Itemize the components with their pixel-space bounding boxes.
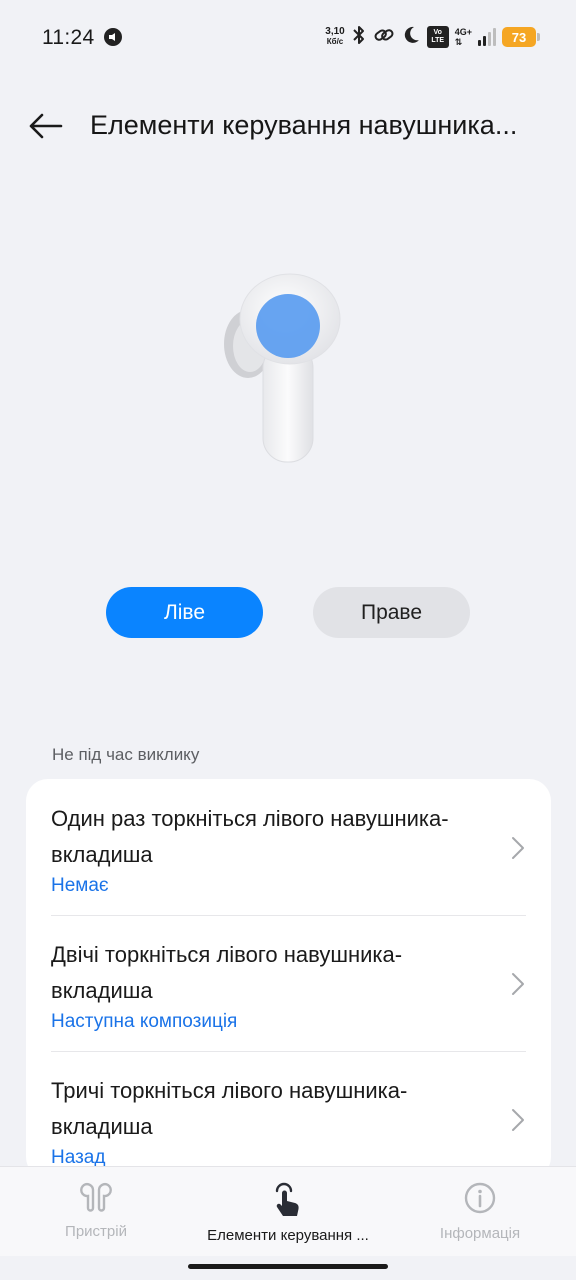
settings-row-single-tap[interactable]: Один раз торкніться лівого навушника-вкл… [26,779,551,915]
page-title: Елементи керування навушника... [90,110,518,140]
section-title: Не під час виклику [52,745,200,764]
bluetooth-icon [351,24,367,51]
row-title: Тричі торкніться лівого навушника-вклади… [51,1078,408,1139]
right-earbud-button[interactable]: Праве [313,587,470,638]
network-type-label: 4G+ [454,27,472,37]
tab-controls-label: Елементи керування ... [207,1227,369,1244]
battery-icon: 73 [502,27,540,47]
gesture-settings-card: Один раз торкніться лівого навушника-вкл… [26,779,551,1179]
settings-row-triple-tap[interactable]: Тричі торкніться лівого навушника-вклади… [26,1051,551,1179]
notification-icon [104,28,122,46]
volte-bottom: LTE [431,37,445,44]
back-arrow-icon [29,113,63,139]
tab-info[interactable]: Інформація [384,1167,576,1256]
data-arrows-icon: ⇅ [454,37,463,47]
bottom-nav: Пристрій Елементи керування ... Інформац… [0,1166,576,1256]
settings-row-double-tap[interactable]: Двічі торкніться лівого навушника-вклади… [26,915,551,1051]
chevron-right-icon [512,973,524,995]
info-icon [464,1182,496,1214]
chevron-right-icon [512,1109,524,1131]
earbud-illustration [218,264,348,469]
status-icons: 3,10 Кб/с Vo LTE 4G+ ⇅ 73 [325,24,540,51]
touch-zone-indicator [256,294,320,358]
moon-icon [401,25,421,50]
screen: 11:24 3,10 Кб/с Vo LTE 4G+ ⇅ 73 Елементи… [0,0,576,1280]
row-title: Один раз торкніться лівого навушника-вкл… [51,806,449,867]
touch-icon [275,1182,299,1216]
row-title: Двічі торкніться лівого навушника-вклади… [51,942,403,1003]
earbuds-icon [80,1183,112,1212]
volte-icon: Vo LTE [426,26,449,48]
row-value: Немає [51,875,109,896]
status-time: 11:24 [42,26,95,49]
home-indicator[interactable] [188,1264,388,1269]
row-value: Наступна композиція [51,1011,238,1032]
tab-info-label: Інформація [439,1225,521,1242]
status-bar: 11:24 3,10 Кб/с Vo LTE 4G+ ⇅ 73 [0,0,576,76]
net-speed-value: 3,10 [325,26,345,37]
link-icon [373,24,395,51]
volte-top: Vo [433,29,442,36]
net-speed: 3,10 Кб/с [325,27,344,47]
tab-controls[interactable]: Елементи керування ... [192,1167,384,1256]
chevron-right-icon [512,837,524,859]
tab-device-label: Пристрій [65,1223,127,1240]
side-selector: Ліве Праве [106,587,470,638]
tab-device[interactable]: Пристрій [0,1167,192,1256]
back-button[interactable] [22,104,68,148]
net-speed-unit: Кб/с [326,37,344,46]
battery-level: 73 [511,29,527,45]
left-earbud-button[interactable]: Ліве [106,587,263,638]
network-type: 4G+ ⇅ [455,27,472,47]
signal-icon [478,28,496,46]
